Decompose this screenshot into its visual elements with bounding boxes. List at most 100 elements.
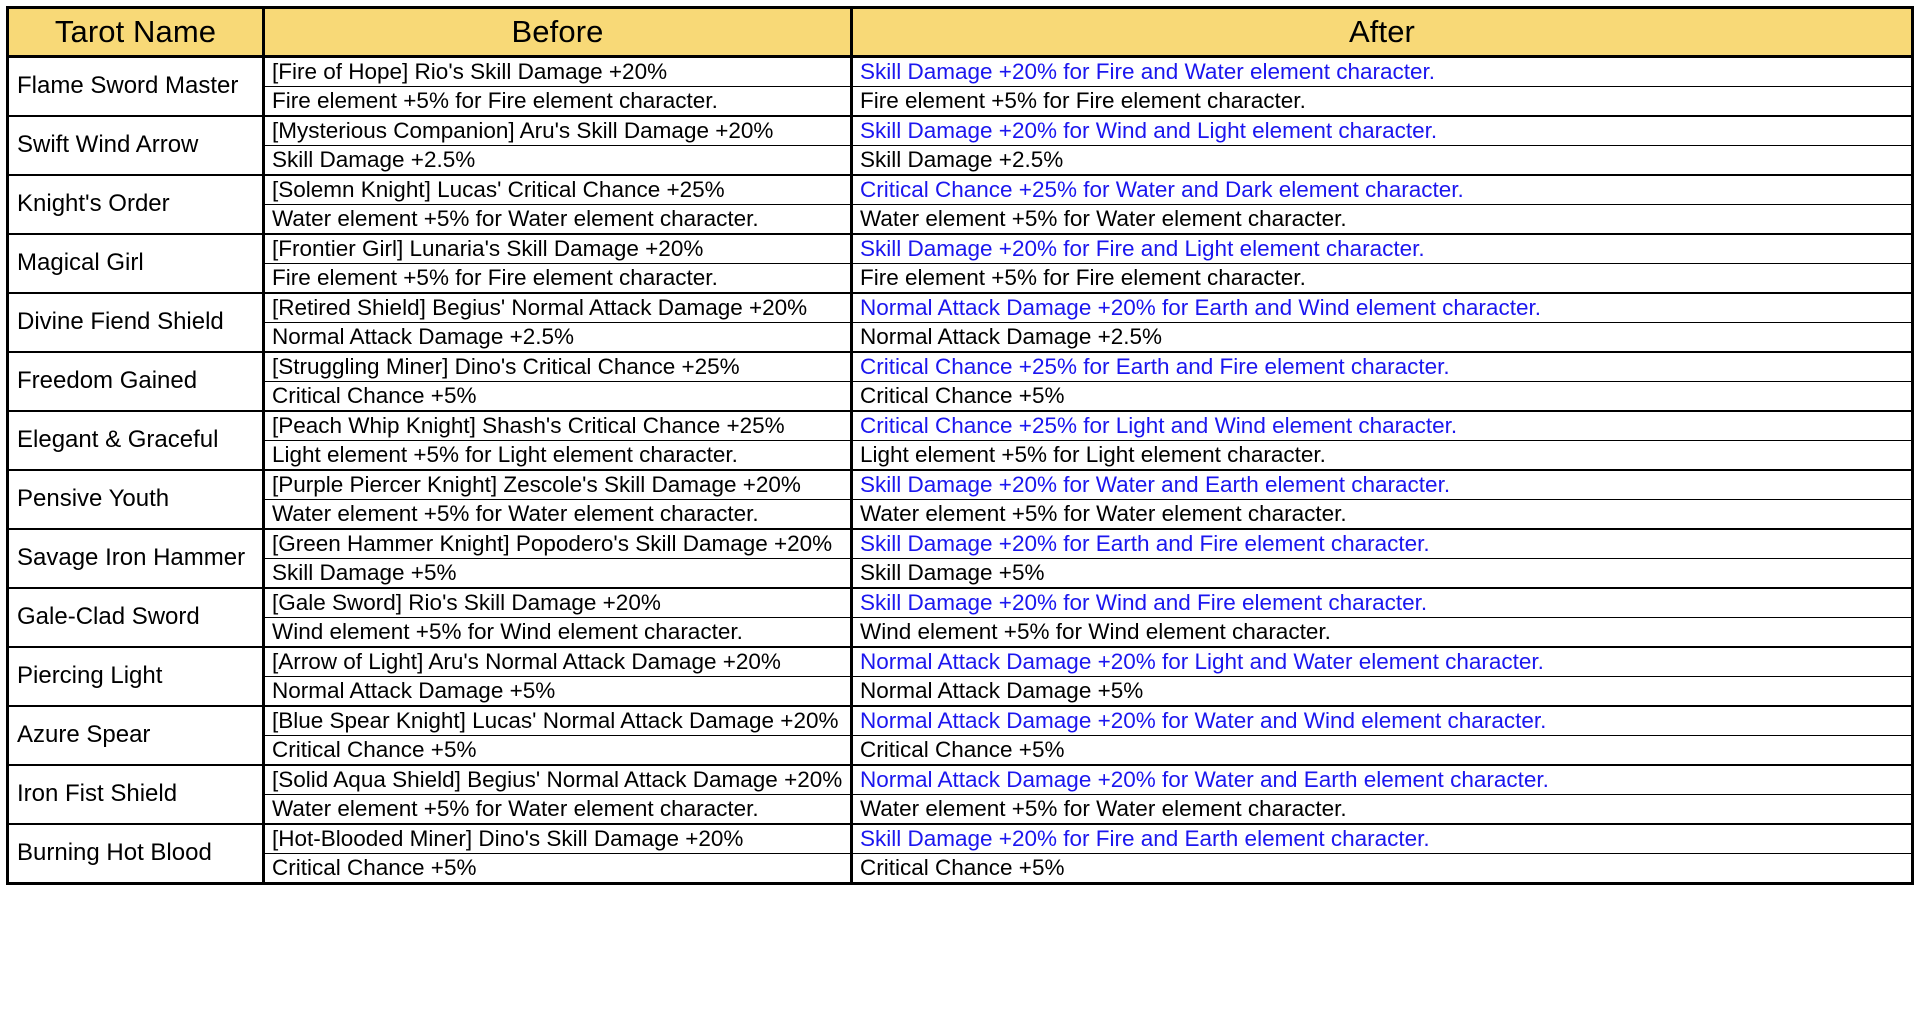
tarot-name-cell: Pensive Youth xyxy=(6,469,265,530)
before-effects-cell: [Fire of Hope] Rio's Skill Damage +20% Fi… xyxy=(262,55,853,117)
before-effect-line-1: [Hot-Blooded Miner] Dino's Skill Damage … xyxy=(265,825,850,854)
before-effect-line-2: Fire element +5% for Fire element charac… xyxy=(272,88,718,113)
after-effects-cell: Skill Damage +20% for Wind and Light ele… xyxy=(850,115,1914,176)
after-effects-cell: Normal Attack Damage +20% for Earth and … xyxy=(850,292,1914,353)
column-header-before: Before xyxy=(262,6,853,58)
before-effect-line-2: Water element +5% for Water element char… xyxy=(272,206,759,231)
after-effect-line-2: Water element +5% for Water element char… xyxy=(860,796,1347,821)
after-effect-line-2: Critical Chance +5% xyxy=(860,383,1065,408)
after-effect-line-2: Water element +5% for Water element char… xyxy=(860,501,1347,526)
after-effect-line-1: Skill Damage +20% for Earth and Fire ele… xyxy=(853,530,1911,559)
after-effects-cell: Normal Attack Damage +20% for Light and … xyxy=(850,646,1914,707)
column-header-tarot-name: Tarot Name xyxy=(6,6,265,58)
tarot-name-cell: Flame Sword Master xyxy=(6,55,265,117)
after-effect-line-2: Critical Chance +5% xyxy=(860,855,1065,880)
before-effect-line-2: Critical Chance +5% xyxy=(272,383,477,408)
before-effect-line-2: Light element +5% for Light element char… xyxy=(272,442,738,467)
after-effect-line-1: Skill Damage +20% for Wind and Light ele… xyxy=(853,117,1911,146)
after-effects-cell: Skill Damage +20% for Earth and Fire ele… xyxy=(850,528,1914,589)
before-effect-line-1: [Struggling Miner] Dino's Critical Chanc… xyxy=(265,353,850,382)
tarot-name-cell: Iron Fist Shield xyxy=(6,764,265,825)
table-container: Tarot Name Before After Flame Sword Mast… xyxy=(0,0,1921,1029)
after-effects-cell: Critical Chance +25% for Water and Dark … xyxy=(850,174,1914,235)
tarot-name-cell: Swift Wind Arrow xyxy=(6,115,265,176)
after-effect-line-1: Critical Chance +25% for Earth and Fire … xyxy=(853,353,1911,382)
table-row: Piercing Light [Arrow of Light] Aru's Nor… xyxy=(6,646,1914,707)
tarot-name-cell: Elegant & Graceful xyxy=(6,410,265,471)
before-effect-line-1: [Gale Sword] Rio's Skill Damage +20% xyxy=(265,589,850,618)
tarot-name-cell: Knight's Order xyxy=(6,174,265,235)
before-effect-line-1: [Green Hammer Knight] Popodero's Skill D… xyxy=(265,530,850,559)
after-effect-line-1: Skill Damage +20% for Fire and Light ele… xyxy=(853,235,1911,264)
before-effects-cell: [Green Hammer Knight] Popodero's Skill D… xyxy=(262,528,853,589)
before-effect-line-2: Critical Chance +5% xyxy=(272,737,477,762)
after-effects-cell: Normal Attack Damage +20% for Water and … xyxy=(850,764,1914,825)
before-effects-cell: [Hot-Blooded Miner] Dino's Skill Damage … xyxy=(262,823,853,885)
after-effects-cell: Critical Chance +25% for Earth and Fire … xyxy=(850,351,1914,412)
after-effect-line-1: Critical Chance +25% for Water and Dark … xyxy=(853,176,1911,205)
before-effect-line-1: [Peach Whip Knight] Shash's Critical Cha… xyxy=(265,412,850,441)
before-effects-cell: [Retired Shield] Begius' Normal Attack D… xyxy=(262,292,853,353)
before-effect-line-1: [Purple Piercer Knight] Zescole's Skill … xyxy=(265,471,850,500)
after-effect-line-1: Normal Attack Damage +20% for Earth and … xyxy=(853,294,1911,323)
after-effect-line-2: Water element +5% for Water element char… xyxy=(860,206,1347,231)
after-effect-line-2: Fire element +5% for Fire element charac… xyxy=(860,265,1306,290)
tarot-name-cell: Gale-Clad Sword xyxy=(6,587,265,648)
table-row: Divine Fiend Shield [Retired Shield] Begi… xyxy=(6,292,1914,353)
table-row: Iron Fist Shield [Solid Aqua Shield] Begi… xyxy=(6,764,1914,825)
after-effects-cell: Skill Damage +20% for Fire and Water ele… xyxy=(850,55,1914,117)
before-effect-line-2: Normal Attack Damage +5% xyxy=(272,678,556,703)
after-effect-line-1: Skill Damage +20% for Water and Earth el… xyxy=(853,471,1911,500)
tarot-name-cell: Burning Hot Blood xyxy=(6,823,265,885)
before-effect-line-2: Skill Damage +5% xyxy=(272,560,457,585)
after-effect-line-2: Normal Attack Damage +2.5% xyxy=(860,324,1163,349)
after-effect-line-2: Normal Attack Damage +5% xyxy=(860,678,1144,703)
before-effect-line-2: Water element +5% for Water element char… xyxy=(272,796,759,821)
before-effect-line-1: [Retired Shield] Begius' Normal Attack D… xyxy=(265,294,850,323)
tarot-name-cell: Freedom Gained xyxy=(6,351,265,412)
header-row: Tarot Name Before After xyxy=(6,6,1914,58)
table-row: Knight's Order [Solemn Knight] Lucas' Cri… xyxy=(6,174,1914,235)
after-effect-line-1: Normal Attack Damage +20% for Light and … xyxy=(853,648,1911,677)
after-effects-cell: Critical Chance +25% for Light and Wind … xyxy=(850,410,1914,471)
after-effects-cell: Skill Damage +20% for Wind and Fire elem… xyxy=(850,587,1914,648)
after-effect-line-2: Critical Chance +5% xyxy=(860,737,1065,762)
before-effect-line-2: Skill Damage +2.5% xyxy=(272,147,476,172)
before-effects-cell: [Frontier Girl] Lunaria's Skill Damage +… xyxy=(262,233,853,294)
after-effect-line-2: Wind element +5% for Wind element charac… xyxy=(860,619,1331,644)
after-effect-line-2: Fire element +5% for Fire element charac… xyxy=(860,88,1306,113)
after-effects-cell: Skill Damage +20% for Water and Earth el… xyxy=(850,469,1914,530)
before-effects-cell: [Solid Aqua Shield] Begius' Normal Attac… xyxy=(262,764,853,825)
before-effect-line-1: [Solid Aqua Shield] Begius' Normal Attac… xyxy=(265,766,850,795)
after-effects-cell: Normal Attack Damage +20% for Water and … xyxy=(850,705,1914,766)
table-row: Azure Spear [Blue Spear Knight] Lucas' No… xyxy=(6,705,1914,766)
after-effect-line-1: Normal Attack Damage +20% for Water and … xyxy=(853,766,1911,795)
before-effects-cell: [Purple Piercer Knight] Zescole's Skill … xyxy=(262,469,853,530)
before-effects-cell: [Arrow of Light] Aru's Normal Attack Dam… xyxy=(262,646,853,707)
after-effect-line-2: Skill Damage +5% xyxy=(860,560,1045,585)
table-row: Savage Iron Hammer [Green Hammer Knight] … xyxy=(6,528,1914,589)
before-effect-line-1: [Arrow of Light] Aru's Normal Attack Dam… xyxy=(265,648,850,677)
table-row: Pensive Youth [Purple Piercer Knight] Zes… xyxy=(6,469,1914,530)
before-effect-line-1: [Frontier Girl] Lunaria's Skill Damage +… xyxy=(265,235,850,264)
before-effect-line-2: Normal Attack Damage +2.5% xyxy=(272,324,575,349)
before-effect-line-2: Critical Chance +5% xyxy=(272,855,477,880)
before-effects-cell: [Blue Spear Knight] Lucas' Normal Attack… xyxy=(262,705,853,766)
before-effects-cell: [Struggling Miner] Dino's Critical Chanc… xyxy=(262,351,853,412)
before-effects-cell: [Peach Whip Knight] Shash's Critical Cha… xyxy=(262,410,853,471)
tarot-comparison-table: Tarot Name Before After Flame Sword Mast… xyxy=(6,6,1914,885)
table-row: Flame Sword Master [Fire of Hope] Rio's S… xyxy=(6,55,1914,117)
before-effect-line-2: Water element +5% for Water element char… xyxy=(272,501,759,526)
column-header-after: After xyxy=(850,6,1914,58)
table-row: Swift Wind Arrow [Mysterious Companion] A… xyxy=(6,115,1914,176)
table-row: Freedom Gained [Struggling Miner] Dino's … xyxy=(6,351,1914,412)
before-effects-cell: [Solemn Knight] Lucas' Critical Chance +… xyxy=(262,174,853,235)
table-row: Magical Girl [Frontier Girl] Lunaria's Sk… xyxy=(6,233,1914,294)
before-effects-cell: [Mysterious Companion] Aru's Skill Damag… xyxy=(262,115,853,176)
tarot-name-cell: Azure Spear xyxy=(6,705,265,766)
after-effect-line-1: Skill Damage +20% for Fire and Earth ele… xyxy=(853,825,1911,854)
tarot-name-cell: Magical Girl xyxy=(6,233,265,294)
before-effects-cell: [Gale Sword] Rio's Skill Damage +20% Wind… xyxy=(262,587,853,648)
before-effect-line-1: [Solemn Knight] Lucas' Critical Chance +… xyxy=(265,176,850,205)
before-effect-line-1: [Blue Spear Knight] Lucas' Normal Attack… xyxy=(265,707,850,736)
